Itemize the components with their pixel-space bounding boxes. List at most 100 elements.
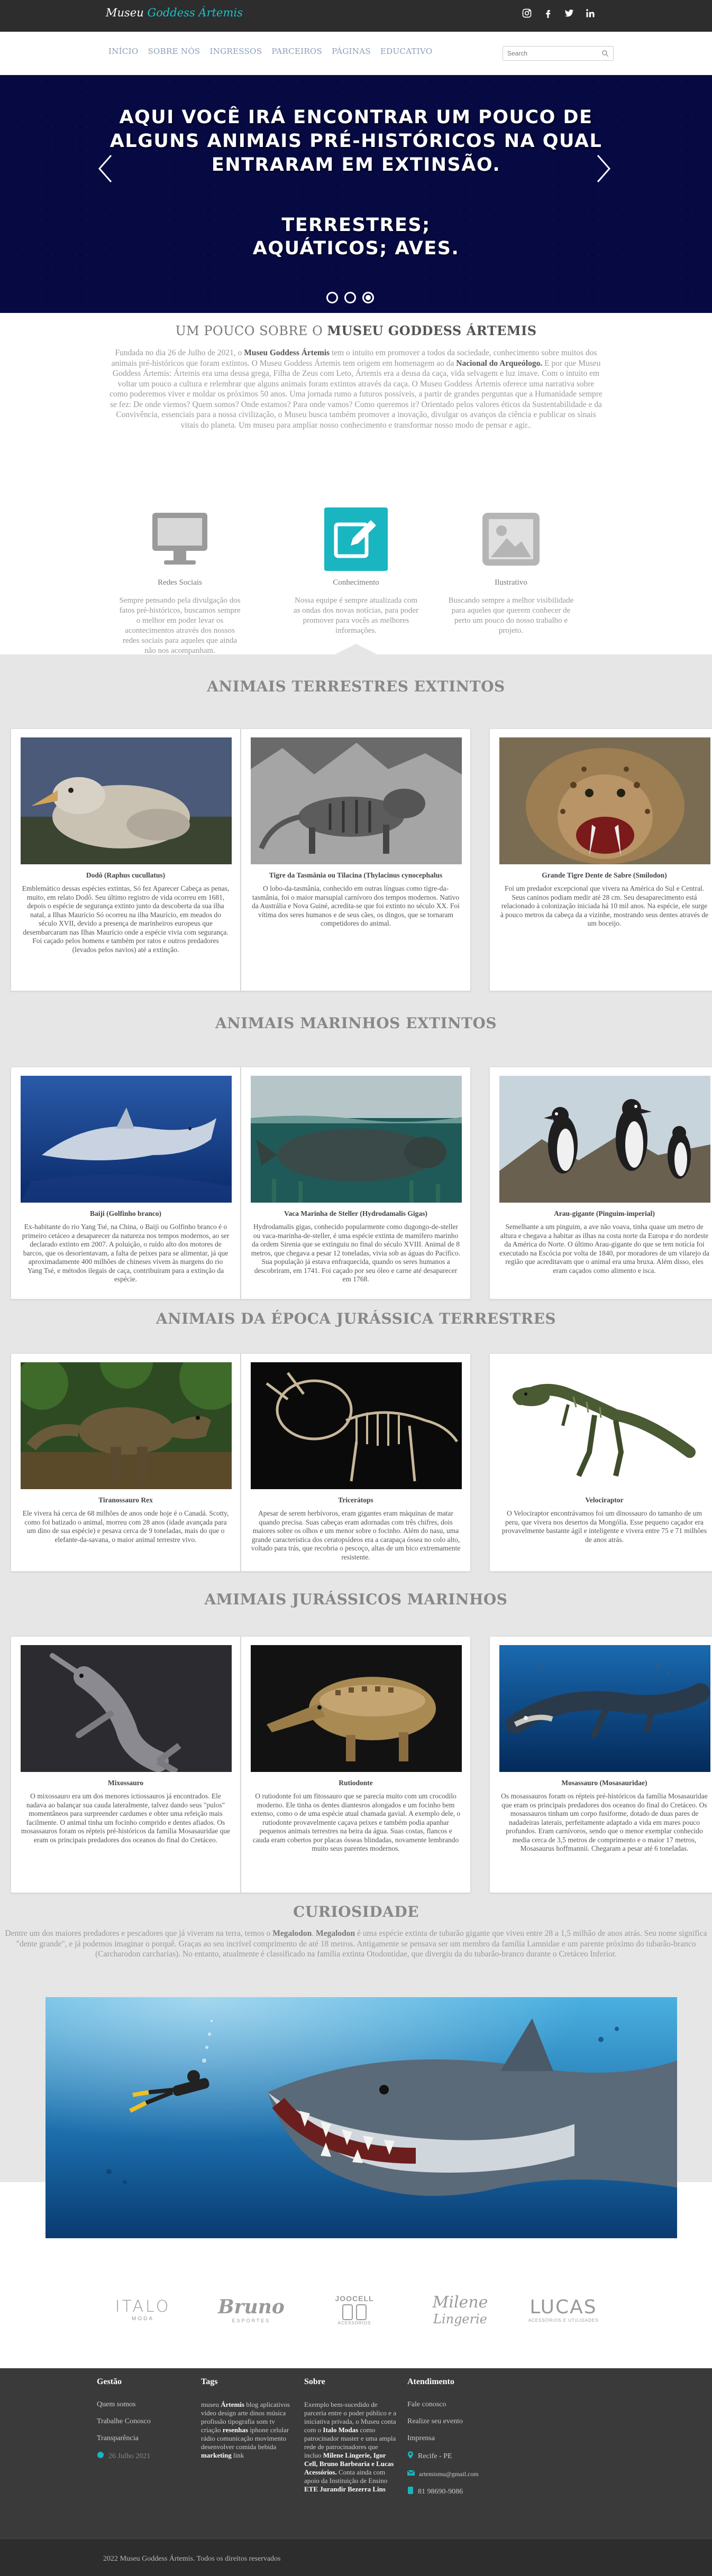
- location-pin-icon: [407, 2451, 414, 2461]
- animal-card[interactable]: Velociraptor O Velociraptor encontrávamo…: [489, 1353, 712, 1572]
- slider-next-arrow-icon[interactable]: [592, 153, 614, 184]
- about-text-bold: Museu Goddess Ártemis: [244, 348, 330, 357]
- partner-name: LUCAS: [530, 2296, 597, 2318]
- footer-column-title: Gestão: [97, 2377, 122, 2386]
- triceratops-skeleton-image: [251, 1362, 462, 1489]
- partner-tagline: ACESSÓRIOS: [337, 2320, 371, 2325]
- card-title: Mixossauro: [107, 1779, 144, 1787]
- tasmanian-tiger-image: [251, 737, 462, 864]
- about-part-bold: ETE Jurandir Bezerra Lins: [304, 2485, 386, 2493]
- facebook-icon[interactable]: [542, 7, 554, 19]
- nav-item-parceiros[interactable]: PARCEIROS: [267, 47, 327, 56]
- animal-card[interactable]: Baiji (Golfinho branco) Ex-habitante do …: [11, 1067, 241, 1299]
- mosasaurus-image: [499, 1645, 710, 1772]
- card-title: Mosassauro (Mosasauridae): [561, 1779, 647, 1787]
- section-title-jurassicos-marinhos: AMIMAIS JURÁSSICOS MARINHOS: [204, 1591, 508, 1608]
- curiosity-text-part: Dentre um dos maiores predadores e pesca…: [5, 1929, 273, 1938]
- card-description: Emblemático dessas espécies extintas, Só…: [22, 884, 230, 954]
- card-description: Os mosassauros foram os répteis pré-hist…: [501, 1792, 708, 1852]
- card-title: Rutiodonte: [339, 1779, 373, 1787]
- footer-column-sobre: Sobre Exemplo bem-sucedido de parceria e…: [304, 2377, 397, 2494]
- nav-item-sobre[interactable]: SOBRE NÓS: [143, 47, 205, 56]
- nav-item-ingressos[interactable]: INGRESSOS: [205, 47, 267, 56]
- partner-logo[interactable]: LUCAS ACESSÓRIOS E UTILIDADES: [521, 2286, 606, 2333]
- animal-card[interactable]: Tigre da Tasmânia ou Tilacina (Thylacinu…: [241, 728, 471, 991]
- steller-sea-cow-image: [251, 1076, 462, 1203]
- footer-column-gestao: Gestão Quem somos Trabalhe Conosco Trans…: [97, 2377, 181, 2470]
- footer-link[interactable]: Realize seu evento: [407, 2417, 513, 2426]
- about-text-bold: Nacional do Arqueólogo.: [456, 358, 543, 368]
- footer-location: Recife - PE: [407, 2451, 513, 2461]
- top-bar: Museu Goddess Ártemis: [0, 0, 712, 32]
- curiosity-text-bold: Megalodon: [272, 1929, 312, 1938]
- footer-link[interactable]: Transparência: [97, 2434, 181, 2443]
- calendar-icon: [97, 2451, 104, 2461]
- partner-logo[interactable]: Milene Lingerie: [418, 2286, 503, 2333]
- nav-item-paginas[interactable]: PÁGINAS: [327, 47, 376, 56]
- slider-dot[interactable]: [326, 292, 338, 303]
- partner-logo[interactable]: Bruno ESPORTES: [209, 2286, 294, 2333]
- slider-dot-active[interactable]: [362, 292, 374, 303]
- partner-name: Bruno: [218, 2296, 285, 2318]
- footer-email[interactable]: artemismu@gmail.com: [407, 2470, 513, 2478]
- feature-description: Buscando sempre a melhor visibilidade pa…: [448, 596, 574, 635]
- animal-card[interactable]: Mosassauro (Mosasauridae) Os mosassauros…: [489, 1636, 712, 1893]
- velociraptor-image: [499, 1362, 710, 1489]
- linkedin-icon[interactable]: [585, 7, 596, 19]
- image-icon: [479, 507, 543, 571]
- card-title: Tigre da Tasmânia ou Tilacina (Thylacinu…: [269, 871, 443, 879]
- animal-card[interactable]: Dodô (Raphus cucullatus) Emblemático des…: [11, 728, 241, 991]
- footer-link[interactable]: Imprensa: [407, 2434, 513, 2443]
- footer-link[interactable]: Trabalhe Conosco: [97, 2417, 181, 2426]
- rutiodon-image: [251, 1645, 462, 1772]
- animal-card[interactable]: Mixossauro O mixossauro era um dos menor…: [11, 1636, 241, 1893]
- nav-item-inicio[interactable]: INÍCIO: [104, 47, 143, 56]
- site-logo[interactable]: Museu Goddess Ártemis: [106, 6, 243, 19]
- footer-link[interactable]: Fale conosco: [407, 2400, 513, 2409]
- partner-name: ITALO: [115, 2297, 171, 2316]
- search-box: [503, 46, 614, 61]
- footer-column-title: Sobre: [304, 2377, 325, 2386]
- animal-card[interactable]: Tricerátops Apesar de serem herbívoros, …: [241, 1353, 471, 1572]
- nav-item-educativo[interactable]: EDUCATIVO: [376, 47, 437, 56]
- partner-logo[interactable]: ITALO MODA: [101, 2286, 185, 2333]
- curiosity-text-bold: Megalodon: [316, 1929, 355, 1938]
- animal-card[interactable]: Arau-gigante (Pinguim-imperial) Semelhan…: [489, 1067, 712, 1299]
- animal-card[interactable]: Tiranossauro Rex Ele vivera há cerca de …: [11, 1353, 241, 1572]
- tag-text[interactable]: link: [232, 2451, 244, 2459]
- animal-card[interactable]: Grande Tigre Dente de Sabre (Smilodon) F…: [489, 728, 712, 991]
- partner-logo[interactable]: JOOCELL ACESSÓRIOS: [312, 2286, 397, 2333]
- footer-link[interactable]: Quem somos: [97, 2400, 181, 2409]
- slider-dot[interactable]: [344, 292, 356, 303]
- card-description: O mixossauro era um dos menores ictiossa…: [21, 1792, 231, 1844]
- twitter-icon[interactable]: [563, 7, 575, 19]
- footer-phone[interactable]: 81 98690-9086: [407, 2487, 513, 2497]
- trex-image: [21, 1362, 232, 1489]
- tag-text-bold[interactable]: marketing: [201, 2451, 232, 2459]
- slider-prev-arrow-icon[interactable]: [95, 153, 116, 184]
- about-title: UM POUCO SOBRE O MUSEU GODDESS ÁRTEMIS: [0, 323, 712, 338]
- tag-text[interactable]: museu: [201, 2400, 221, 2408]
- logo-main: Museu: [106, 6, 148, 19]
- partner-tagline: ACESSÓRIOS E UTILIDADES: [528, 2318, 599, 2323]
- search-input[interactable]: [503, 47, 596, 60]
- dodo-image: [21, 737, 232, 864]
- main-navigation: INÍCIO SOBRE NÓS INGRESSOS PARCEIROS PÁG…: [0, 32, 712, 75]
- feature-ilustrativo: Ilustrativo Buscando sempre a melhor vis…: [432, 507, 590, 636]
- about-text: Fundada no dia 26 de Julho de 2021, o Mu…: [108, 348, 604, 430]
- edit-icon: [324, 507, 388, 571]
- tag-text-bold[interactable]: Ártemis: [221, 2400, 244, 2408]
- logo-accent: Goddess Ártemis: [147, 6, 243, 19]
- instagram-icon[interactable]: [521, 7, 533, 19]
- about-title-bold: MUSEU GODDESS ÁRTEMIS: [327, 323, 537, 338]
- about-text-part: Fundada no dia 26 de Julho de 2021, o: [115, 348, 244, 357]
- search-icon[interactable]: [601, 50, 609, 57]
- animal-card[interactable]: Vaca Marinha de Steller (Hydrodamalis Gi…: [241, 1067, 471, 1299]
- card-title: Vaca Marinha de Steller (Hydrodamalis Gi…: [284, 1209, 427, 1217]
- animal-card[interactable]: Rutiodonte O rutiodonte foi um fitossaur…: [241, 1636, 471, 1893]
- partners-section: ITALO MODA Bruno ESPORTES JOOCELL ACESSÓRIO…: [0, 2268, 712, 2368]
- tag-text-bold[interactable]: resenhas: [223, 2426, 248, 2434]
- feature-description: Nossa equipe é sempre atualizada com as …: [293, 596, 419, 635]
- copyright-text: 2022 Museu Goddess Ártemis. Todos os dir…: [103, 2555, 281, 2563]
- feature-redes-sociais: Redes Sociais Sempre pensando pela divul…: [101, 507, 259, 656]
